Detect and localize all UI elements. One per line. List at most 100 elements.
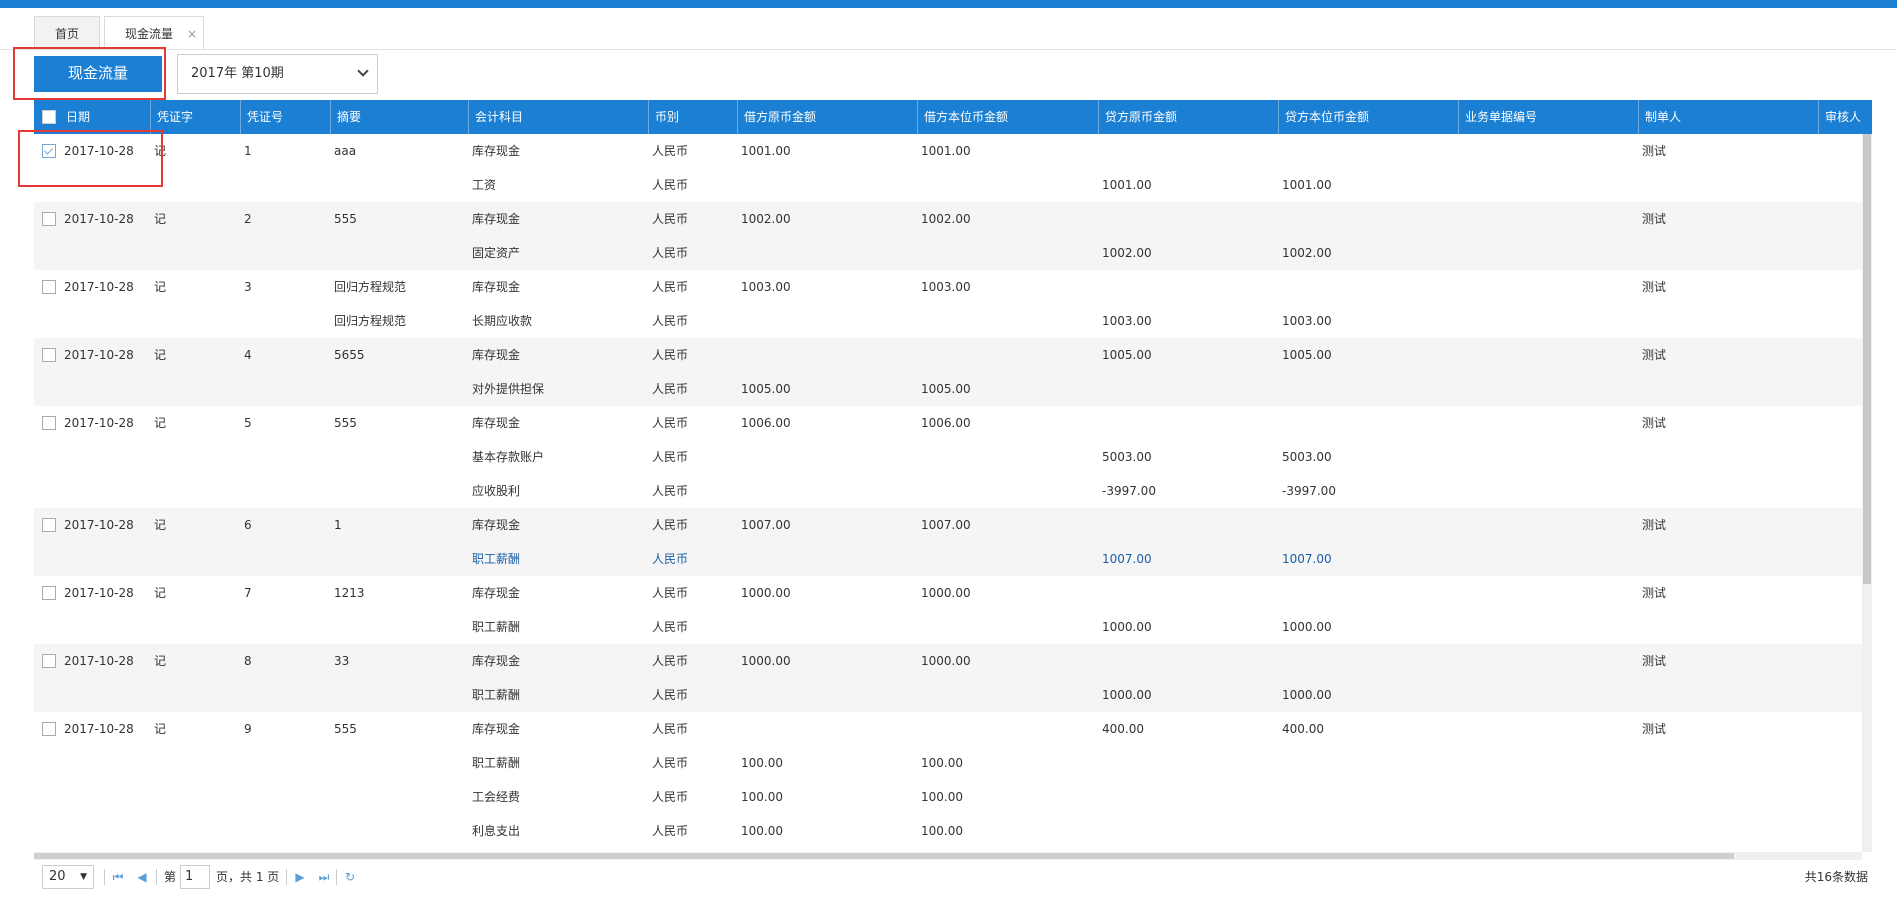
account-cell: 库存现金: [472, 144, 521, 158]
debit-orig-cell: 1007.00: [741, 518, 791, 532]
table-row[interactable]: 对外提供担保 人民币 1005.00 1005.00: [34, 372, 1862, 406]
credit-orig-cell: -3997.00: [1102, 484, 1156, 498]
cashflow-button[interactable]: 现金流量: [34, 56, 162, 92]
tab-cashflow[interactable]: 现金流量 ×: [104, 16, 205, 51]
total-count: 共16条数据: [1804, 870, 1868, 884]
table-row[interactable]: 2017-10-28 记 7 测试 1213 库存现金 人民币 1000.00 1000.00: [34, 576, 1862, 610]
caret-down-icon: ▼: [80, 872, 87, 882]
table-row[interactable]: 应收股利 人民币 -3997.00 -3997.00: [34, 474, 1862, 508]
col-reviewer-header[interactable]: 审核人: [1818, 100, 1861, 134]
table-row[interactable]: 2017-10-28 记 2 测试 555 库存现金 人民币 1002.00 1002.00: [34, 202, 1862, 236]
currency-cell: 人民币: [652, 382, 689, 396]
credit-base-cell: 1003.00: [1282, 314, 1332, 328]
currency-cell: 人民币: [652, 552, 689, 566]
voucher-word-cell: 记: [154, 518, 167, 532]
voucher-no-cell: 1: [244, 144, 252, 158]
prev-page-icon[interactable]: ◀: [134, 865, 150, 889]
debit-base-cell: 100.00: [921, 790, 963, 804]
table-row[interactable]: 2017-10-28 记 9 测试 555 库存现金 人民币 400.00 400.00: [34, 712, 1862, 746]
first-page-icon[interactable]: ⏮: [110, 865, 126, 889]
table-row[interactable]: 2017-10-28 记 8 测试 33 库存现金 人民币 1000.00 1000.00: [34, 644, 1862, 678]
maker-cell: 测试: [1642, 654, 1667, 668]
page-number-input[interactable]: 1: [180, 865, 210, 889]
date-cell: 2017-10-28: [64, 212, 134, 226]
last-page-icon[interactable]: ⏭: [316, 865, 332, 889]
debit-base-cell: 1006.00: [921, 416, 971, 430]
row-checkbox[interactable]: [42, 518, 56, 532]
table-row[interactable]: 职工薪酬 人民币 1000.00 1000.00: [34, 678, 1862, 712]
vertical-scroll-thumb[interactable]: [1863, 134, 1871, 584]
voucher-word-cell: 记: [154, 654, 167, 668]
credit-orig-cell: 400.00: [1102, 722, 1144, 736]
debit-base-cell: 100.00: [921, 824, 963, 838]
debit-base-cell: 1000.00: [921, 654, 971, 668]
debit-base-cell: 1003.00: [921, 280, 971, 294]
voucher-group: 2017-10-28 记 5 测试 555 库存现金 人民币 1006.00 1006.00 基本…: [34, 406, 1862, 508]
col-voucher-no-header[interactable]: 凭证号: [240, 100, 283, 134]
account-cell: 职工薪酬: [472, 688, 521, 702]
debit-orig-cell: 1001.00: [741, 144, 791, 158]
voucher-group: 2017-10-28 记 1 测试 aaa 库存现金 人民币 1001.00 1001.00 工资…: [34, 134, 1862, 202]
row-checkbox[interactable]: [42, 144, 56, 158]
currency-cell: 人民币: [652, 518, 689, 532]
table-row[interactable]: 2017-10-28 记 4 测试 5655 库存现金 人民币 1005.00 1005.00: [34, 338, 1862, 372]
table-row[interactable]: 职工薪酬 人民币 100.00 100.00: [34, 746, 1862, 780]
row-checkbox[interactable]: [42, 722, 56, 736]
currency-cell: 人民币: [652, 722, 689, 736]
col-maker-header[interactable]: 制单人: [1638, 100, 1681, 134]
table-row[interactable]: 工资 人民币 1001.00 1001.00: [34, 168, 1862, 202]
currency-cell: 人民币: [652, 586, 689, 600]
col-currency-header[interactable]: 币别: [648, 100, 679, 134]
row-checkbox[interactable]: [42, 654, 56, 668]
next-page-icon[interactable]: ▶: [292, 865, 308, 889]
period-select[interactable]: 2017年 第10期: [177, 54, 378, 94]
account-cell: 基本存款账户: [472, 450, 545, 464]
page-size-select[interactable]: 20 ▼: [42, 865, 94, 889]
voucher-no-cell: 6: [244, 518, 252, 532]
col-summary-header[interactable]: 摘要: [330, 100, 361, 134]
col-credit-orig-header[interactable]: 贷方原币金额: [1098, 100, 1177, 134]
close-icon[interactable]: ×: [187, 17, 197, 51]
account-cell: 库存现金: [472, 654, 521, 668]
col-credit-base-header[interactable]: 贷方本位币金额: [1278, 100, 1369, 134]
row-checkbox[interactable]: [42, 212, 56, 226]
tab-home[interactable]: 首页: [34, 16, 101, 50]
row-checkbox[interactable]: [42, 280, 56, 294]
page-prefix: 第: [164, 870, 177, 884]
row-checkbox[interactable]: [42, 416, 56, 430]
maker-cell: 测试: [1642, 722, 1667, 736]
table-row[interactable]: 利息支出 人民币 100.00 100.00: [34, 814, 1862, 848]
credit-orig-cell: 1000.00: [1102, 620, 1152, 634]
voucher-word-cell: 记: [154, 348, 167, 362]
maker-cell: 测试: [1642, 348, 1667, 362]
account-cell: 长期应收款: [472, 314, 533, 328]
col-debit-orig-header[interactable]: 借方原币金额: [737, 100, 816, 134]
table-row[interactable]: 2017-10-28 记 6 测试 1 库存现金 人民币 1007.00 1007.00: [34, 508, 1862, 542]
credit-base-cell: 1000.00: [1282, 620, 1332, 634]
account-cell: 库存现金: [472, 212, 521, 226]
table-row[interactable]: 2017-10-28 记 1 测试 aaa 库存现金 人民币 1001.00 1001.00: [34, 134, 1862, 168]
currency-cell: 人民币: [652, 756, 689, 770]
debit-base-cell: 1001.00: [921, 144, 971, 158]
currency-cell: 人民币: [652, 824, 689, 838]
date-cell: 2017-10-28: [64, 518, 134, 532]
col-voucher-word-header[interactable]: 凭证字: [150, 100, 193, 134]
horizontal-scroll-thumb[interactable]: [34, 853, 1734, 859]
refresh-icon[interactable]: ↻: [342, 865, 358, 889]
table-row[interactable]: 回归方程规范 长期应收款 人民币 1003.00 1003.00: [34, 304, 1862, 338]
table-row[interactable]: 固定资产 人民币 1002.00 1002.00: [34, 236, 1862, 270]
table-row[interactable]: 职工薪酬 人民币 1007.00 1007.00: [34, 542, 1862, 576]
row-checkbox[interactable]: [42, 586, 56, 600]
col-business-no-header[interactable]: 业务单据编号: [1458, 100, 1537, 134]
table-row[interactable]: 职工薪酬 人民币 1000.00 1000.00: [34, 610, 1862, 644]
table-row[interactable]: 2017-10-28 记 5 测试 555 库存现金 人民币 1006.00 1006.00: [34, 406, 1862, 440]
row-checkbox[interactable]: [42, 348, 56, 362]
col-debit-base-header[interactable]: 借方本位币金额: [917, 100, 1008, 134]
table-row[interactable]: 基本存款账户 人民币 5003.00 5003.00: [34, 440, 1862, 474]
select-all-checkbox[interactable]: [42, 110, 56, 124]
account-cell: 工资: [472, 178, 497, 192]
col-date-header[interactable]: 日期: [60, 100, 90, 134]
table-row[interactable]: 2017-10-28 记 3 测试 回归方程规范 库存现金 人民币 1003.00 1003.0…: [34, 270, 1862, 304]
col-account-header[interactable]: 会计科目: [468, 100, 523, 134]
table-row[interactable]: 工会经费 人民币 100.00 100.00: [34, 780, 1862, 814]
